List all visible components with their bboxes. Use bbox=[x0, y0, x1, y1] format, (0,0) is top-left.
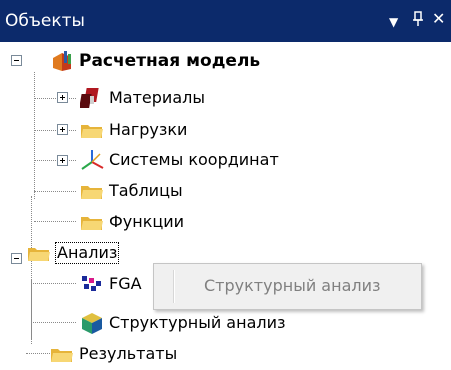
dropdown-icon[interactable]: ▼ bbox=[389, 12, 398, 32]
object-tree: Расчетная модель Материалы Нагрузки Сист… bbox=[0, 42, 451, 363]
tree-node-label: Анализ bbox=[54, 242, 120, 264]
folder-icon bbox=[80, 118, 104, 142]
folder-icon bbox=[50, 342, 74, 366]
menu-item-label: Структурный анализ bbox=[204, 276, 381, 295]
expand-toggle-loads[interactable] bbox=[57, 124, 68, 135]
tree-node-label: Структурный анализ bbox=[109, 313, 286, 332]
tree-connector bbox=[34, 221, 76, 222]
tree-node-label: Материалы bbox=[109, 88, 205, 107]
panel-title: Объекты bbox=[5, 11, 85, 31]
tree-connector bbox=[31, 283, 76, 284]
tree-node-tables[interactable]: Таблицы bbox=[80, 178, 280, 204]
menu-gutter bbox=[173, 270, 175, 303]
tree-connector bbox=[34, 72, 35, 199]
tree-connector bbox=[31, 279, 32, 339]
tree-node-label: FGA bbox=[109, 274, 142, 293]
tree-node-label: Результаты bbox=[79, 344, 178, 363]
pin-icon[interactable] bbox=[411, 10, 425, 33]
tree-node-label: Нагрузки bbox=[109, 120, 188, 139]
tree-connector bbox=[34, 130, 76, 131]
tree-node-label: Таблицы bbox=[109, 181, 183, 200]
tree-node-structural-analysis[interactable]: Структурный анализ bbox=[80, 310, 330, 336]
tree-node-materials[interactable]: Материалы bbox=[79, 85, 280, 111]
tree-connector bbox=[34, 98, 76, 99]
tree-connector bbox=[31, 322, 76, 323]
tree-node-results[interactable]: Результаты bbox=[50, 341, 250, 367]
tree-node-root[interactable]: Расчетная модель bbox=[50, 48, 310, 74]
folder-icon bbox=[80, 179, 104, 203]
tree-connector bbox=[34, 160, 76, 161]
close-icon[interactable]: ✕ bbox=[432, 9, 445, 29]
materials-icon bbox=[79, 86, 104, 110]
tree-connector bbox=[26, 353, 50, 354]
panel-titlebar: Объекты ▼ ✕ bbox=[0, 0, 451, 42]
tree-node-analysis[interactable]: Анализ bbox=[27, 240, 167, 266]
folder-icon bbox=[80, 210, 104, 234]
structural-analysis-icon bbox=[80, 311, 104, 335]
tree-node-label: Функции bbox=[109, 212, 185, 231]
tree-node-fga[interactable]: FGA bbox=[80, 271, 160, 297]
folder-icon bbox=[27, 241, 51, 265]
model-icon bbox=[50, 49, 74, 73]
expand-toggle-coordinate-systems[interactable] bbox=[57, 155, 68, 166]
tree-node-label: Системы координат bbox=[109, 150, 279, 169]
tree-node-loads[interactable]: Нагрузки bbox=[80, 117, 280, 143]
fga-icon bbox=[80, 272, 104, 296]
menu-item-structural-analysis[interactable]: Структурный анализ bbox=[178, 268, 414, 305]
context-menu: Структурный анализ bbox=[153, 263, 422, 310]
coordinate-axes-icon bbox=[80, 148, 104, 172]
collapse-toggle-root[interactable] bbox=[11, 55, 22, 66]
tree-node-functions[interactable]: Функции bbox=[80, 209, 280, 235]
expand-toggle-materials[interactable] bbox=[57, 92, 68, 103]
tree-node-label: Расчетная модель bbox=[79, 51, 261, 71]
collapse-toggle-analysis[interactable] bbox=[11, 253, 22, 264]
tree-connector bbox=[34, 191, 76, 192]
tree-node-coordinate-systems[interactable]: Системы координат bbox=[80, 147, 320, 173]
